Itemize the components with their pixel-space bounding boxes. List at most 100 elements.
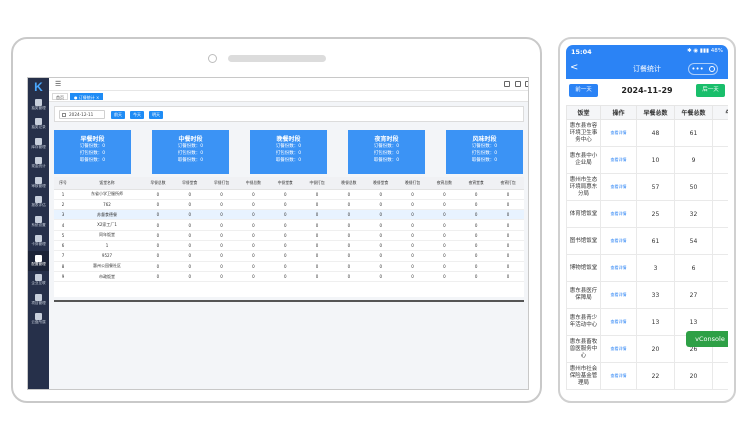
sidebar-item[interactable]: 抽奖管理 xyxy=(28,95,49,115)
table-cell: 0 xyxy=(332,219,365,231)
canteen-name: 惠州市社会保险基金管理局 xyxy=(566,362,601,390)
table-row[interactable]: 1 东省小学卫服所师 0 0 0 0 0 0 0 0 0 0 0 0 xyxy=(54,189,524,200)
view-detail-link[interactable]: 查看详情 xyxy=(600,254,637,282)
column-header: 夜宵总数 xyxy=(428,177,461,190)
table-cell: 0 xyxy=(364,261,397,272)
column-header: 夜宵打包 xyxy=(492,177,524,190)
table-cell: 0 xyxy=(428,271,461,283)
sidebar-item[interactable]: 项目管理 xyxy=(28,290,49,310)
table-cell: 57 xyxy=(636,173,675,201)
table-cell: 0 xyxy=(428,219,461,231)
view-detail-link[interactable]: 查看详情 xyxy=(600,362,637,390)
table-cell: 0 xyxy=(269,209,302,221)
sidebar-item-label: 审核管理 xyxy=(31,183,46,188)
table-cell: 9 xyxy=(674,146,713,174)
view-detail-link[interactable]: 查看详情 xyxy=(600,200,637,228)
vconsole-button[interactable]: vConsole xyxy=(686,331,728,347)
table-cell: 0 xyxy=(396,250,429,262)
table-cell: 0 xyxy=(396,240,429,252)
next-day-button[interactable]: 后一天 xyxy=(696,84,725,97)
table-cell: 0 xyxy=(460,189,493,200)
print-icon[interactable] xyxy=(504,81,510,87)
card-stat-line: 取餐份数：0 xyxy=(177,158,204,163)
table-cell: 0 xyxy=(332,209,365,221)
view-detail-link[interactable]: 查看详情 xyxy=(600,173,637,201)
table-row: 惠东县市容环境卫生事务中心查看详情48616 xyxy=(566,119,728,147)
table-cell: 0 xyxy=(396,219,429,231)
horizontal-scrollbar[interactable] xyxy=(54,300,524,302)
meal-card: 夜宵时段 订餐份数：0 打包份数：0 取餐份数：0 xyxy=(348,130,425,174)
sidebar-item[interactable]: 现金统计 xyxy=(28,154,49,174)
table-cell: 0 xyxy=(492,189,524,200)
table-row: 惠州市社会保险基金管理局查看详情22202 xyxy=(566,362,728,390)
sidebar-item[interactable]: 报表评估 xyxy=(28,193,49,213)
view-detail-link[interactable]: 查看详情 xyxy=(600,227,637,255)
menu-fold-icon[interactable]: ☰ xyxy=(55,80,61,88)
table-row[interactable]: 3 苏督食德餐 0 0 0 0 0 0 0 0 0 0 0 0 xyxy=(54,209,524,221)
table-cell: 0 xyxy=(332,271,365,283)
sidebar-item-label: 云盘所属 xyxy=(31,320,46,325)
sidebar-item[interactable]: 库存管理 xyxy=(28,134,49,154)
tag-order-stats[interactable]: ● 订餐统计 × xyxy=(70,93,104,100)
table-row[interactable]: 7 9527 0 0 0 0 0 0 0 0 0 0 0 0 xyxy=(54,250,524,262)
sidebar-item[interactable]: 卡券管理 xyxy=(28,232,49,252)
phone-stats-table: 饭堂操作早餐总数午餐总数午餐 惠东县市容环境卫生事务中心查看详情48616惠东县… xyxy=(566,105,728,396)
more-icon[interactable]: ••• xyxy=(691,65,703,73)
expand-icon[interactable] xyxy=(525,81,528,87)
sidebar-item-label: 卡券管理 xyxy=(31,242,46,247)
table-cell: 0 xyxy=(428,250,461,262)
menu-item-icon xyxy=(35,254,42,262)
table-row[interactable]: 2 762 0 0 0 0 0 0 0 0 0 0 0 0 xyxy=(54,199,524,211)
today-button[interactable]: 今天 xyxy=(130,111,144,119)
sidebar-item[interactable]: 企业互联 xyxy=(28,271,49,291)
column-header: 饭堂 xyxy=(566,105,601,120)
table-row[interactable]: 5 同年饭堂 0 0 0 0 0 0 0 0 0 0 0 0 xyxy=(54,230,524,241)
sidebar-item[interactable]: 云盘所属 xyxy=(28,310,49,330)
miniapp-capsule: ••• xyxy=(688,63,718,75)
table-cell: 8 xyxy=(54,261,72,272)
view-detail-link[interactable]: 查看详情 xyxy=(600,119,637,147)
column-header: 晚餐总数 xyxy=(332,177,365,190)
table-cell: 0 xyxy=(237,240,270,252)
tablet-frame: K 抽奖管理 抽奖记录 库存管理 现金统计 审核管理 报表评估 系统设置 卡券管理 配置管理 企业… xyxy=(11,37,542,403)
view-detail-link[interactable]: 查看详情 xyxy=(600,335,637,363)
table-cell: 0 xyxy=(173,209,206,221)
prev-day-button[interactable]: 前天 xyxy=(111,111,125,119)
view-detail-link[interactable]: 查看详情 xyxy=(600,146,637,174)
close-miniapp-icon[interactable] xyxy=(708,66,715,72)
table-cell: 0 xyxy=(428,189,461,200)
table-cell: 32 xyxy=(674,200,713,228)
card-stat-line: 订餐份数：0 xyxy=(177,144,204,149)
table-cell: 50 xyxy=(674,173,713,201)
canteen-name: 惠东县医疗保障局 xyxy=(566,281,601,309)
table-row[interactable]: 61000000000000 xyxy=(54,240,524,252)
sidebar-item[interactable]: 配置管理 xyxy=(28,251,49,271)
sidebar-item-label: 项目管理 xyxy=(31,300,46,305)
table-cell: 0 xyxy=(269,230,302,241)
tag-home[interactable]: 首页 xyxy=(52,93,68,100)
card-title: 夜宵时段 xyxy=(374,136,399,143)
table-cell: 0 xyxy=(492,271,524,283)
fullscreen-icon[interactable] xyxy=(515,81,521,87)
table-cell: 54 xyxy=(674,227,713,255)
view-detail-link[interactable]: 查看详情 xyxy=(600,308,637,336)
table-cell: 0 xyxy=(492,219,524,231)
sidebar-item[interactable]: 系统设置 xyxy=(28,212,49,232)
table-cell: 0 xyxy=(269,219,302,231)
table-row[interactable]: 9 市政饭堂 0 0 0 0 0 0 0 0 0 0 0 0 xyxy=(54,271,524,283)
table-row[interactable]: 8 惠州公园餐社区 0 0 0 0 0 0 0 0 0 0 0 0 xyxy=(54,261,524,272)
tomorrow-button[interactable]: 明天 xyxy=(149,111,163,119)
table-cell: 5 xyxy=(712,173,728,201)
table-cell: 0 xyxy=(205,250,238,262)
sidebar-item[interactable]: 抽奖记录 xyxy=(28,115,49,135)
table-cell: 0 xyxy=(237,271,270,283)
date-picker[interactable]: 2024-12-11 xyxy=(59,110,105,119)
view-detail-link[interactable]: 查看详情 xyxy=(600,281,637,309)
table-cell: 市政饭堂 xyxy=(72,271,142,283)
table-cell: 0 xyxy=(237,219,270,231)
table-cell: 0 xyxy=(364,199,397,211)
sidebar-item[interactable]: 审核管理 xyxy=(28,173,49,193)
card-stat-line: 订餐份数：0 xyxy=(471,144,498,149)
table-row[interactable]: 4 X2家工厂1 0 0 0 0 0 0 0 0 0 0 0 0 xyxy=(54,219,524,231)
sidebar-item-label: 配置管理 xyxy=(31,261,46,266)
